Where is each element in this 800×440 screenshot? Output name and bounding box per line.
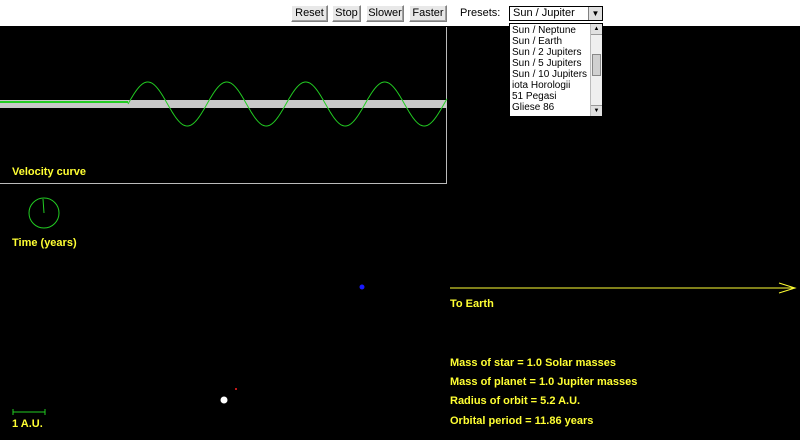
preset-option-iota-horologii[interactable]: iota Horologii xyxy=(512,80,570,91)
clock-hand-icon xyxy=(42,198,45,214)
preset-option-sun-2-jupiters[interactable]: Sun / 2 Jupiters xyxy=(512,47,581,58)
star-icon xyxy=(220,396,228,404)
orbit-radius-text: Radius of orbit = 5.2 A.U. xyxy=(450,395,581,407)
time-label: Time (years) xyxy=(12,237,77,249)
preset-option-sun-5-jupiters[interactable]: Sun / 5 Jupiters xyxy=(512,58,581,69)
velocity-curve-label: Velocity curve xyxy=(12,166,86,178)
preset-option-sun-earth[interactable]: Sun / Earth xyxy=(512,36,562,47)
preset-option-gliese-86[interactable]: Gliese 86 xyxy=(512,102,554,113)
scroll-down-icon[interactable]: ▼ xyxy=(591,105,602,116)
preset-option-sun-10-jupiters[interactable]: Sun / 10 Jupiters xyxy=(512,69,587,80)
scrollbar-thumb[interactable] xyxy=(592,54,601,76)
scroll-up-icon[interactable]: ▲ xyxy=(591,24,602,35)
preset-option-51-pegasi[interactable]: 51 Pegasi xyxy=(512,91,556,102)
planet-mass-text: Mass of planet = 1.0 Jupiter masses xyxy=(450,376,638,388)
to-earth-label: To Earth xyxy=(450,298,494,310)
preset-option-sun-neptune[interactable]: Sun / Neptune xyxy=(512,25,576,36)
center-of-mass-icon xyxy=(235,388,237,390)
orbital-period-text: Orbital period = 11.86 years xyxy=(450,415,594,427)
planet-icon xyxy=(359,284,365,290)
star-mass-text: Mass of star = 1.0 Solar masses xyxy=(450,357,617,369)
presets-dropdown-list[interactable]: Sun / Neptune Sun / Earth Sun / 2 Jupite… xyxy=(509,23,603,117)
dropdown-scrollbar[interactable]: ▲ ▼ xyxy=(590,24,602,116)
simulation-canvas xyxy=(0,81,797,415)
scale-label: 1 A.U. xyxy=(12,418,43,430)
